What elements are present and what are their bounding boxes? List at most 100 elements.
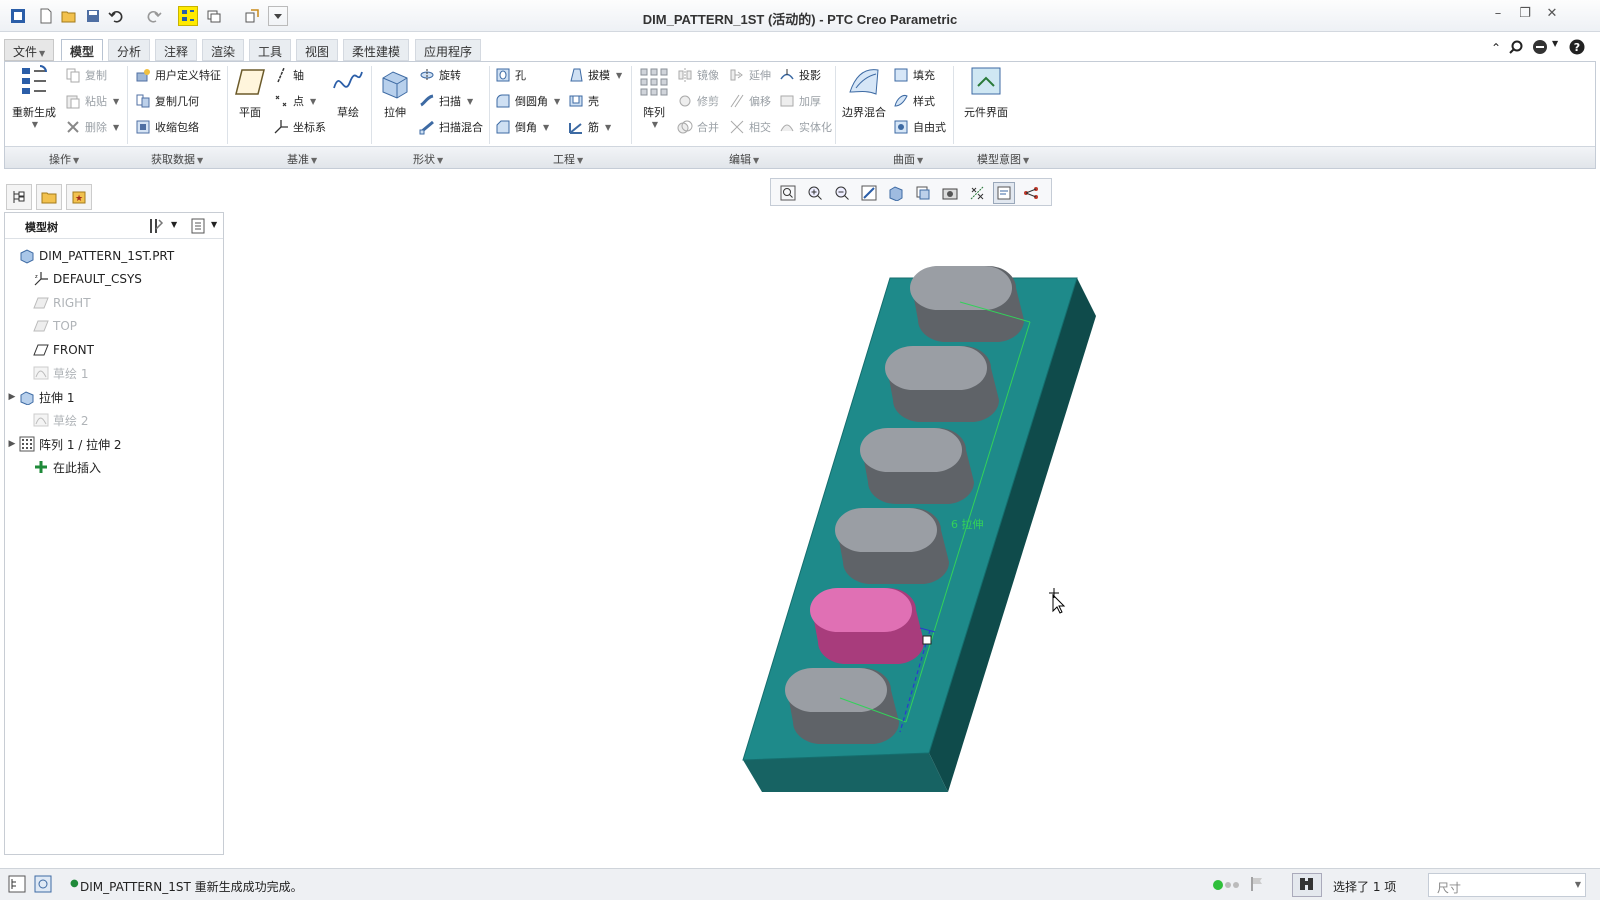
- navigator-toggle-icon[interactable]: [8, 875, 26, 896]
- tree-item-default-csys[interactable]: z DEFAULT_CSYS: [19, 268, 142, 290]
- view-manager-icon[interactable]: [939, 182, 961, 204]
- find-icon[interactable]: [1292, 873, 1322, 897]
- expand-arrow-icon[interactable]: ▶: [5, 439, 19, 449]
- thicken-button[interactable]: 加厚: [779, 91, 821, 111]
- community-icon[interactable]: [1532, 39, 1548, 58]
- axis-button[interactable]: 轴: [273, 65, 304, 85]
- freestyle-button[interactable]: 自由式: [893, 117, 946, 137]
- group-engineering[interactable]: 工程 ▼: [553, 151, 583, 167]
- pattern-button[interactable]: 阵列 ▼: [635, 64, 673, 129]
- paste-button[interactable]: 粘贴 ▼: [65, 91, 119, 111]
- boss-2[interactable]: [885, 346, 999, 422]
- spin-center-icon[interactable]: [1020, 182, 1042, 204]
- fill-button[interactable]: 填充: [893, 65, 935, 85]
- flag-icon[interactable]: [1250, 876, 1264, 895]
- group-datum[interactable]: 基准 ▼: [287, 151, 317, 167]
- search-icon[interactable]: [1508, 39, 1524, 58]
- csys-button[interactable]: 坐标系: [273, 117, 326, 137]
- udf-button[interactable]: 用户定义特征: [135, 65, 221, 85]
- tab-render[interactable]: 渲染: [202, 39, 245, 61]
- extend-button[interactable]: 延伸: [729, 65, 771, 85]
- merge-button[interactable]: 合并: [677, 117, 719, 137]
- project-button[interactable]: 投影: [779, 65, 821, 85]
- tree-settings-dropdown-icon[interactable]: ▼: [171, 220, 177, 229]
- revolve-button[interactable]: 旋转: [419, 65, 461, 85]
- tree-item-insert-here[interactable]: 在此插入: [19, 456, 101, 478]
- draft-button[interactable]: 拔模 ▼: [568, 65, 622, 85]
- solidify-button[interactable]: 实体化: [779, 117, 832, 137]
- restore-icon[interactable]: ❐: [1514, 6, 1536, 26]
- group-operations[interactable]: 操作 ▼: [49, 151, 79, 167]
- browser-toggle-icon[interactable]: [34, 875, 52, 896]
- group-surfaces[interactable]: 曲面 ▼: [893, 151, 923, 167]
- shrinkwrap-button[interactable]: 收缩包络: [135, 117, 199, 137]
- favorites-tab-icon[interactable]: ★: [66, 184, 92, 210]
- round-button[interactable]: 倒圆角 ▼: [495, 91, 560, 111]
- selection-filter[interactable]: 尺寸 ▼: [1428, 873, 1586, 897]
- collapse-ribbon-icon[interactable]: ⌃: [1491, 41, 1501, 55]
- tab-model[interactable]: 模型: [61, 39, 104, 61]
- boss-4[interactable]: [835, 508, 949, 584]
- tree-item-sketch-1[interactable]: 草绘 1: [19, 362, 88, 384]
- trim-button[interactable]: 修剪: [677, 91, 719, 111]
- swept-blend-button[interactable]: 扫描混合: [419, 117, 483, 137]
- tree-item-right[interactable]: RIGHT: [19, 292, 91, 314]
- sketch-button[interactable]: 草绘: [329, 64, 367, 120]
- filter-dropdown-icon[interactable]: ▼: [1575, 880, 1581, 889]
- sweep-button[interactable]: 扫描 ▼: [419, 91, 473, 111]
- rib-button[interactable]: 筋 ▼: [568, 117, 611, 137]
- mirror-button[interactable]: 镜像: [677, 65, 719, 85]
- shell-button[interactable]: 壳: [568, 91, 599, 111]
- tab-analysis[interactable]: 分析: [108, 39, 151, 61]
- tree-item-extrude-1[interactable]: ▶ 拉伸 1: [5, 386, 74, 408]
- annotation-display-icon[interactable]: [993, 182, 1015, 204]
- hole-button[interactable]: 孔: [495, 65, 526, 85]
- community-dropdown-icon[interactable]: ▼: [1552, 39, 1558, 48]
- component-interface-button[interactable]: 元件界面: [959, 64, 1013, 120]
- tree-item-part[interactable]: DIM_PATTERN_1ST.PRT: [5, 245, 174, 267]
- close-icon[interactable]: ✕: [1541, 6, 1563, 26]
- group-model-intent[interactable]: 模型意图 ▼: [977, 151, 1029, 167]
- boundary-blend-button[interactable]: 边界混合: [839, 64, 889, 120]
- zoom-in-icon[interactable]: [804, 182, 826, 204]
- boss-6[interactable]: [785, 668, 899, 744]
- tree-item-front[interactable]: FRONT: [19, 339, 94, 361]
- refit-icon[interactable]: [777, 182, 799, 204]
- copy-geometry-button[interactable]: 复制几何: [135, 91, 199, 111]
- help-icon[interactable]: ?: [1569, 39, 1585, 58]
- minimize-icon[interactable]: –: [1487, 6, 1509, 26]
- group-shapes[interactable]: 形状 ▼: [413, 151, 443, 167]
- repaint-icon[interactable]: [858, 182, 880, 204]
- tab-file[interactable]: 文件 ▼: [4, 39, 55, 61]
- tree-item-sketch-2[interactable]: 草绘 2: [19, 409, 88, 431]
- copy-button[interactable]: 复制: [65, 65, 107, 85]
- model-tree-tab-icon[interactable]: [6, 184, 32, 210]
- regenerate-button[interactable]: 重新生成 ▼: [9, 64, 59, 129]
- tree-settings-icon[interactable]: [147, 217, 165, 238]
- delete-button[interactable]: 删除 ▼: [65, 117, 119, 137]
- tree-show-dropdown-icon[interactable]: ▼: [211, 220, 217, 229]
- intersect-button[interactable]: 相交: [729, 117, 771, 137]
- folder-browser-tab-icon[interactable]: [36, 184, 62, 210]
- boss-5-selected[interactable]: [810, 588, 924, 664]
- group-get-data[interactable]: 获取数据 ▼: [151, 151, 203, 167]
- datum-display-icon[interactable]: [966, 182, 988, 204]
- tab-annotate[interactable]: 注释: [155, 39, 198, 61]
- tab-view[interactable]: 视图: [296, 39, 339, 61]
- extrude-button[interactable]: 拉伸: [375, 64, 415, 120]
- style-button[interactable]: 样式: [893, 91, 935, 111]
- tree-item-pattern-1[interactable]: ▶ 阵列 1 / 拉伸 2: [5, 433, 122, 455]
- expand-arrow-icon[interactable]: ▶: [5, 392, 19, 402]
- dimension-label[interactable]: 6 拉伸: [951, 517, 984, 531]
- tab-applications[interactable]: 应用程序: [415, 39, 482, 61]
- display-style-icon[interactable]: [885, 182, 907, 204]
- offset-button[interactable]: 偏移: [729, 91, 771, 111]
- saved-orientations-icon[interactable]: [912, 182, 934, 204]
- tree-item-top[interactable]: TOP: [19, 315, 77, 337]
- group-editing[interactable]: 编辑 ▼: [729, 151, 759, 167]
- chamfer-button[interactable]: 倒角 ▼: [495, 117, 549, 137]
- tab-tools[interactable]: 工具: [249, 39, 292, 61]
- boss-3[interactable]: [860, 428, 974, 504]
- zoom-out-icon[interactable]: [831, 182, 853, 204]
- tree-show-icon[interactable]: [189, 217, 207, 238]
